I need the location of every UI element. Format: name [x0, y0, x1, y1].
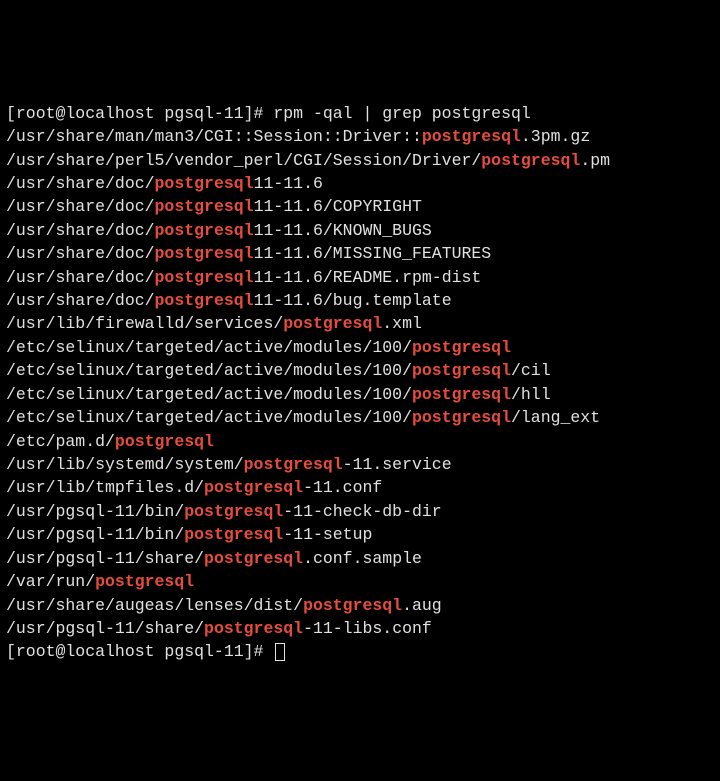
output-line: /usr/pgsql-11/bin/postgresql-11-check-db… [6, 500, 714, 523]
output-line: /usr/share/man/man3/CGI::Session::Driver… [6, 125, 714, 148]
output-line: /usr/share/doc/postgresql11-11.6 [6, 172, 714, 195]
output-line: /usr/share/doc/postgresql11-11.6/bug.tem… [6, 289, 714, 312]
grep-match: postgresql [412, 361, 511, 380]
output-line: /usr/lib/firewalld/services/postgresql.x… [6, 312, 714, 335]
prompt-text: [root@localhost pgsql-11]# [6, 642, 273, 661]
prompt-line-2[interactable]: [root@localhost pgsql-11]# [6, 640, 714, 663]
output-line: /etc/selinux/targeted/active/modules/100… [6, 336, 714, 359]
output-line: /usr/share/doc/postgresql11-11.6/KNOWN_B… [6, 219, 714, 242]
grep-match: postgresql [155, 197, 254, 216]
grep-match: postgresql [184, 502, 283, 521]
output-line: /usr/share/perl5/vendor_perl/CGI/Session… [6, 149, 714, 172]
output-line: /etc/pam.d/postgresql [6, 430, 714, 453]
grep-match: postgresql [303, 596, 402, 615]
output-line: /etc/selinux/targeted/active/modules/100… [6, 359, 714, 382]
output-line: /usr/pgsql-11/share/postgresql.conf.samp… [6, 547, 714, 570]
grep-match: postgresql [422, 127, 521, 146]
grep-match: postgresql [184, 525, 283, 544]
output-line: /usr/share/augeas/lenses/dist/postgresql… [6, 594, 714, 617]
grep-match: postgresql [481, 151, 580, 170]
output-line: /usr/share/doc/postgresql11-11.6/MISSING… [6, 242, 714, 265]
grep-match: postgresql [115, 432, 214, 451]
output-line: /var/run/postgresql [6, 570, 714, 593]
output-line: /usr/share/doc/postgresql11-11.6/README.… [6, 266, 714, 289]
grep-match: postgresql [412, 385, 511, 404]
grep-match: postgresql [412, 408, 511, 427]
grep-match: postgresql [155, 221, 254, 240]
grep-match: postgresql [412, 338, 511, 357]
grep-match: postgresql [244, 455, 343, 474]
command-text: rpm -qal | grep postgresql [273, 104, 530, 123]
grep-match: postgresql [204, 549, 303, 568]
grep-match: postgresql [204, 478, 303, 497]
grep-match: postgresql [155, 268, 254, 287]
grep-match: postgresql [204, 619, 303, 638]
output-line: /usr/pgsql-11/bin/postgresql-11-setup [6, 523, 714, 546]
prompt-line-1: [root@localhost pgsql-11]# rpm -qal | gr… [6, 102, 714, 125]
output-line: /usr/lib/tmpfiles.d/postgresql-11.conf [6, 476, 714, 499]
grep-match: postgresql [155, 244, 254, 263]
grep-match: postgresql [155, 174, 254, 193]
grep-match: postgresql [283, 314, 382, 333]
output-line: /usr/pgsql-11/share/postgresql-11-libs.c… [6, 617, 714, 640]
output-line: /usr/share/doc/postgresql11-11.6/COPYRIG… [6, 195, 714, 218]
output-line: /etc/selinux/targeted/active/modules/100… [6, 406, 714, 429]
grep-match: postgresql [155, 291, 254, 310]
prompt-text: [root@localhost pgsql-11]# [6, 104, 273, 123]
output-line: /usr/lib/systemd/system/postgresql-11.se… [6, 453, 714, 476]
grep-match: postgresql [95, 572, 194, 591]
cursor-icon [275, 643, 285, 661]
output-line: /etc/selinux/targeted/active/modules/100… [6, 383, 714, 406]
